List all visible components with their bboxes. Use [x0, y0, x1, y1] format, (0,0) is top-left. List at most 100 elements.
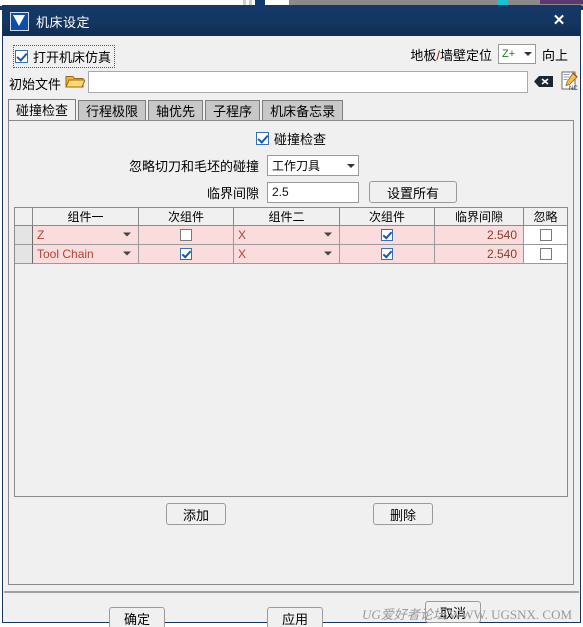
cell-subcomponent-2[interactable]: [340, 245, 435, 264]
collision-check-label: 碰撞检查: [273, 132, 326, 147]
ignore-checkbox[interactable]: [539, 229, 552, 241]
table-row[interactable]: Z X 2.540: [15, 226, 567, 245]
ok-button[interactable]: 确定: [109, 607, 165, 627]
clearance-input[interactable]: 2.5: [267, 181, 359, 203]
top-options-row: 打开机床仿真 地板/墙壁定位 Z+ 向上: [3, 42, 580, 68]
tab-label: 轴优先: [156, 104, 196, 119]
subcomponent-2-checkbox[interactable]: [381, 229, 393, 241]
tab-label: 子程序: [213, 104, 253, 119]
enable-machine-sim-checkbox[interactable]: 打开机床仿真: [13, 45, 116, 68]
clearance-value: 2.5: [272, 185, 289, 199]
add-label: 添加: [182, 507, 209, 523]
ignore-tool-stock-row: 忽略切刀和毛坯的碰撞 工作刀具: [9, 155, 573, 176]
clearance-label: 临界间隙: [206, 185, 259, 201]
floor-wall-axis-select[interactable]: Z+: [497, 44, 536, 64]
title-bar: 机床设定 ✕: [3, 6, 580, 36]
enable-sim-checkbox-box[interactable]: [15, 50, 28, 63]
up-direction-label: 向上: [541, 47, 568, 63]
component-1-value: Z: [37, 228, 45, 242]
cell-component-2[interactable]: X: [234, 245, 340, 264]
window-title: 机床设定: [36, 14, 91, 30]
collision-pairs-table: 组件一 次组件 组件二 次组件 临界间隙 忽略 Z X 2.540 Tool C…: [14, 207, 568, 497]
component-1-value: Tool Chain: [37, 247, 94, 261]
subcomponent-1-checkbox[interactable]: [180, 229, 192, 241]
cell-component-1[interactable]: Tool Chain: [33, 245, 139, 264]
table-header-component-2: 组件二: [234, 208, 340, 226]
table-header-ignore: 忽略: [524, 208, 567, 226]
tab-label: 机床备忘录: [270, 104, 336, 119]
chevron-down-icon: [324, 232, 332, 238]
open-folder-icon[interactable]: [65, 73, 86, 89]
chevron-down-icon: [347, 163, 355, 168]
apply-label: 应用: [281, 611, 308, 627]
delete-label: 删除: [389, 507, 416, 523]
tab-label: 行程极限: [86, 104, 139, 119]
tab-label: 碰撞检查: [16, 103, 69, 118]
row-selector-cell[interactable]: [15, 245, 33, 264]
initial-file-row: 初始文件 NC: [3, 70, 580, 96]
subcomponent-2-checkbox[interactable]: [381, 248, 393, 260]
machine-settings-dialog: 机床设定 ✕ 打开机床仿真 地板/墙壁定位 Z+ 向上 初始文件 NC 碰撞检查…: [2, 5, 581, 627]
floor-wall-label: 地板/墙壁定位: [410, 47, 492, 63]
ignore-tool-stock-select[interactable]: 工作刀具: [267, 155, 359, 176]
add-button[interactable]: 添加: [166, 503, 226, 525]
dialog-body: 打开机床仿真 地板/墙壁定位 Z+ 向上 初始文件 NC 碰撞检查 行程极限 轴…: [3, 36, 580, 627]
component-2-value: X: [238, 247, 247, 261]
set-all-label: 设置所有: [386, 185, 439, 201]
screen-root: 机床设定 ✕ 打开机床仿真 地板/墙壁定位 Z+ 向上 初始文件 NC 碰撞检查…: [0, 0, 583, 627]
enable-sim-label: 打开机床仿真: [33, 50, 112, 65]
dialog-footer: 确定 应用 取消: [4, 591, 579, 627]
table-header-row: 组件一 次组件 组件二 次组件 临界间隙 忽略: [15, 208, 567, 226]
collision-check-toggle[interactable]: 碰撞检查: [9, 129, 573, 148]
chevron-down-icon: [324, 251, 332, 257]
svg-text:NC: NC: [569, 86, 578, 91]
floor-wall-axis-value: Z+: [501, 48, 516, 60]
tab-travel-limits[interactable]: 行程极限: [78, 100, 147, 121]
tab-bar: 碰撞检查 行程极限 轴优先 子程序 机床备忘录: [8, 99, 345, 122]
tab-subprogram[interactable]: 子程序: [205, 100, 261, 121]
table-header-subcomponent-2: 次组件: [340, 208, 435, 226]
table-header-gutter: [15, 208, 33, 226]
nc-edit-icon[interactable]: NC: [561, 71, 579, 92]
initial-file-text[interactable]: [89, 72, 527, 92]
tab-axis-priority[interactable]: 轴优先: [148, 100, 204, 121]
table-header-subcomponent-1: 次组件: [139, 208, 234, 226]
clear-x-icon[interactable]: [534, 75, 554, 88]
initial-file-input[interactable]: [88, 71, 528, 93]
tab-machine-notes[interactable]: 机床备忘录: [262, 100, 344, 121]
collision-check-checkbox[interactable]: [255, 132, 269, 145]
apply-button[interactable]: 应用: [267, 607, 323, 627]
set-all-button[interactable]: 设置所有: [369, 181, 457, 203]
cell-ignore[interactable]: [524, 226, 567, 245]
clearance-row: 临界间隙 2.5 设置所有: [9, 181, 573, 203]
ignore-checkbox[interactable]: [539, 248, 552, 260]
subcomponent-1-checkbox[interactable]: [180, 248, 192, 260]
cell-subcomponent-1[interactable]: [139, 226, 234, 245]
floor-wall-group: 地板/墙壁定位 Z+ 向上: [410, 44, 568, 64]
cancel-button[interactable]: 取消: [425, 601, 481, 623]
initial-file-label: 初始文件: [9, 77, 62, 92]
cell-subcomponent-1[interactable]: [139, 245, 234, 264]
vericut-v-icon: [10, 11, 29, 31]
cell-subcomponent-2[interactable]: [340, 226, 435, 245]
table-header-clearance: 临界间隙: [435, 208, 524, 226]
chevron-down-icon: [123, 251, 131, 257]
cell-ignore[interactable]: [524, 245, 567, 264]
cell-clearance[interactable]: 2.540: [435, 245, 524, 264]
tab-collision-check[interactable]: 碰撞检查: [8, 99, 77, 122]
cell-component-2[interactable]: X: [234, 226, 340, 245]
chevron-down-icon: [123, 232, 131, 238]
table-row[interactable]: Tool Chain X 2.540: [15, 245, 567, 264]
cancel-label: 取消: [439, 605, 466, 621]
row-selector-cell[interactable]: [15, 226, 33, 245]
close-icon[interactable]: ✕: [550, 12, 568, 30]
ignore-tool-stock-value: 工作刀具: [272, 159, 321, 173]
ignore-tool-stock-label: 忽略切刀和毛坯的碰撞: [128, 159, 259, 174]
component-2-value: X: [238, 228, 247, 242]
delete-button[interactable]: 删除: [373, 503, 433, 525]
cell-clearance[interactable]: 2.540: [435, 226, 524, 245]
table-actions-row: 添加 删除: [9, 503, 573, 529]
backdrop-purple-accent: [540, 0, 583, 4]
ok-label: 确定: [123, 611, 150, 627]
cell-component-1[interactable]: Z: [33, 226, 139, 245]
